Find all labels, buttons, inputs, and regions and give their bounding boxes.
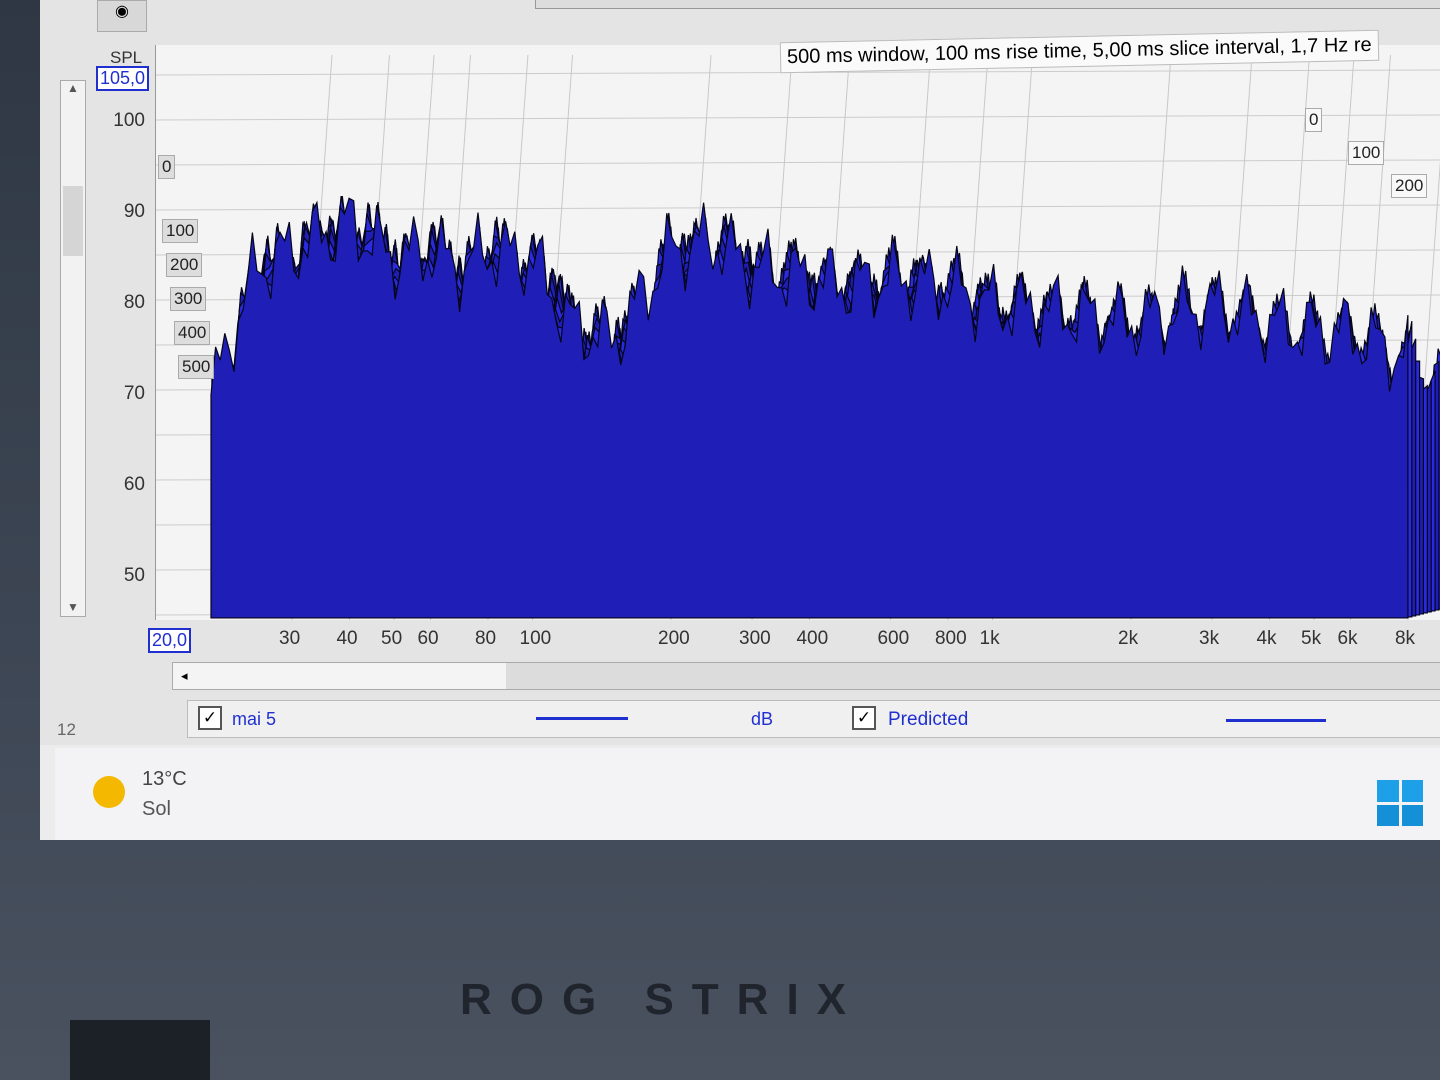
y-tick-label: 60 — [123, 474, 145, 495]
x-tick-label: 300 — [739, 628, 771, 649]
waterfall-svg — [155, 54, 1440, 621]
waterfall-plot[interactable] — [155, 45, 1440, 621]
x-tick-label: 600 — [877, 628, 910, 649]
x-tick-label: 8k — [1394, 628, 1416, 649]
laptop-brand-logo: ROG STRIX — [460, 975, 865, 1024]
x-tick-label: 80 — [474, 628, 497, 649]
x-tick-label: 5k — [1301, 628, 1322, 649]
time-tick-right: 200 — [1391, 174, 1428, 198]
top-tab[interactable] — [535, 0, 1440, 9]
x-tick-label: 100 — [519, 628, 552, 649]
trace2-line-swatch — [1226, 719, 1326, 722]
side-label: 12 — [57, 720, 76, 739]
y-tick-label: 50 — [123, 565, 145, 586]
time-tick-left: 400 — [174, 321, 211, 345]
x-tick-label: 800 — [934, 628, 967, 649]
x-tick-label: 4k — [1256, 628, 1277, 649]
x-tick-label: 2k — [1118, 628, 1139, 649]
time-tick-left: 500 — [178, 355, 215, 379]
y-tick-label: 70 — [123, 383, 145, 404]
y-scrollbar[interactable]: ▲ ▼ — [60, 80, 86, 617]
time-tick-left: 300 — [170, 287, 207, 311]
trace1-line-swatch — [536, 717, 628, 720]
x-tick-label: 3k — [1199, 628, 1220, 649]
time-tick-left: 0 — [158, 155, 176, 179]
y-tick-label: 90 — [123, 201, 145, 222]
x-tick-label: 400 — [796, 628, 829, 649]
grid-line — [155, 159, 1440, 166]
y-axis-label: SPL — [110, 48, 143, 67]
x-tick-label: 60 — [417, 628, 439, 649]
y-tick-label: 100 — [113, 110, 145, 131]
x-tick-label: 40 — [336, 628, 358, 649]
weather-sun-icon[interactable] — [93, 776, 125, 808]
time-tick-left: 200 — [166, 253, 203, 277]
trace2-checkbox[interactable]: ✓ — [852, 706, 876, 730]
x-tick-label: 200 — [658, 628, 690, 649]
laptop-hinge — [70, 1020, 210, 1080]
weather-condition[interactable]: Sol — [142, 798, 171, 821]
screen: ◉ ▲ ▼ SPL 105,0 100 90 80 70 60 50 500 ms win… — [40, 0, 1440, 840]
toolbar-button[interactable]: ◉ — [97, 0, 147, 32]
trace1-label: mai 5 — [232, 709, 277, 729]
unit-label: dB — [751, 709, 774, 729]
x-tick-label: 30 — [279, 628, 301, 649]
trace2-label: Predicted — [888, 709, 969, 730]
x-tick-label: 50 — [381, 628, 403, 649]
x-start-input[interactable]: 20,0 — [148, 628, 192, 653]
trace1-checkbox[interactable]: ✓ — [198, 706, 222, 730]
time-tick-right: 100 — [1348, 141, 1385, 165]
taskbar: 13°C Sol — [55, 748, 1440, 840]
windows-start-icon[interactable] — [1377, 780, 1423, 826]
rew-window: ◉ ▲ ▼ SPL 105,0 100 90 80 70 60 50 500 ms win… — [40, 0, 1440, 745]
time-tick-left: 100 — [162, 219, 199, 243]
time-tick-right: 0 — [1305, 108, 1323, 132]
waterfall-slice — [210, 197, 1409, 619]
y-top-input[interactable]: 105,0 — [96, 66, 150, 91]
x-tick-label: 1k — [979, 628, 1000, 649]
legend-bar: ✓ mai 5 dB ✓ Predicted — [187, 700, 1440, 738]
y-tick-label: 80 — [123, 292, 145, 313]
x-scrollbar[interactable]: ◂ — [172, 662, 1440, 690]
x-tick-label: 6k — [1337, 628, 1358, 649]
weather-temp[interactable]: 13°C — [142, 768, 187, 791]
